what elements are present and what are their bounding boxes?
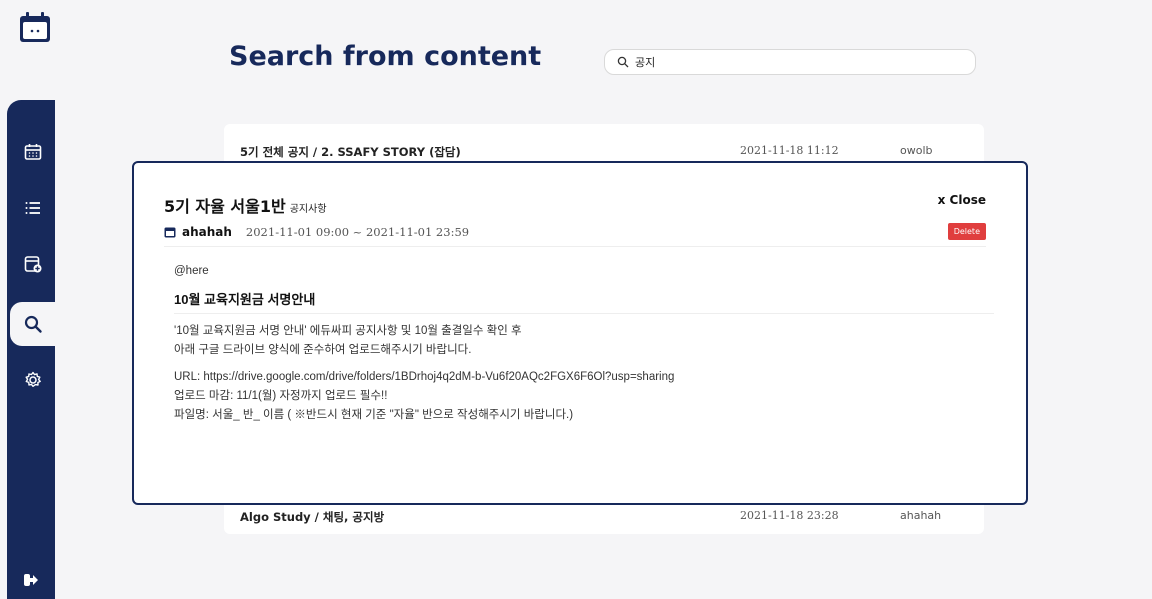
result-user: ahahah (900, 509, 942, 522)
calendar-logo-icon[interactable] (18, 10, 52, 44)
page-title: Search from content (229, 41, 542, 72)
modal-author: ahahah (182, 225, 232, 239)
search-bar[interactable] (604, 49, 976, 75)
content-heading: 10월 교육지원금 서명안내 (174, 289, 994, 314)
nav-add-calendar[interactable] (10, 242, 55, 286)
nav-settings[interactable] (10, 358, 55, 402)
search-icon (24, 315, 42, 333)
gear-icon (25, 371, 41, 387)
calendar-icon (164, 227, 176, 238)
search-icon (617, 56, 629, 68)
result-date: 2021-11-18 11:12 (740, 144, 839, 157)
sidebar (0, 0, 55, 599)
result-row[interactable]: 5기 전체 공지 / 2. SSAFY STORY (잡담) 2021-11-1… (224, 124, 984, 164)
post-detail-modal: 5기 자율 서울1반 공지사항 x Close ahahah 2021-11-01… (132, 161, 1028, 505)
calendar-icon (24, 144, 41, 160)
content-line: 업로드 마감: 11/1(월) 자정까지 업로드 필수!! (174, 390, 388, 402)
modal-title: 5기 자율 서울1반 공지사항 (164, 193, 327, 217)
modal-body: @here 10월 교육지원금 서명안내 '10월 교육지원금 서명 안내' 에… (174, 265, 994, 425)
close-button[interactable]: x Close (938, 193, 986, 207)
content-url-line: URL: https://drive.google.com/drive/fold… (174, 371, 675, 383)
modal-period: 2021-11-01 09:00 ~ 2021-11-01 23:59 (245, 225, 470, 239)
divider (164, 246, 986, 247)
mention: @here (174, 265, 209, 277)
content-line: 아래 구글 드라이브 양식에 준수하여 업로드해주시기 바랍니다. (174, 344, 472, 356)
result-user: owolb (900, 144, 933, 157)
modal-meta: ahahah 2021-11-01 09:00 ~ 2021-11-01 23:… (164, 225, 469, 239)
nav-search[interactable] (10, 302, 55, 346)
result-date: 2021-11-18 23:28 (740, 509, 839, 522)
content-line: '10월 교육지원금 서명 안내' 에듀싸피 공지사항 및 10월 출결일수 확… (174, 325, 522, 337)
nav-calendar[interactable] (10, 130, 55, 174)
sidebar-panel (7, 100, 55, 599)
add-calendar-icon (24, 256, 41, 273)
content-line: 파일명: 서울_ 반_ 이름 ( ※반드시 현재 기준 "자율" 반으로 작성해… (174, 409, 574, 421)
modal-category: 공지사항 (289, 204, 327, 215)
result-title: 5기 전체 공지 / 2. SSAFY STORY (잡담) (240, 145, 461, 159)
delete-button[interactable]: Delete (947, 223, 986, 240)
modal-title-text: 5기 자율 서울1반 (164, 197, 286, 216)
search-input[interactable] (633, 54, 967, 70)
result-title: Algo Study / 채팅, 공지방 (240, 510, 385, 524)
logout-icon[interactable] (22, 571, 40, 589)
nav-list[interactable] (10, 186, 55, 230)
list-icon (25, 202, 40, 214)
